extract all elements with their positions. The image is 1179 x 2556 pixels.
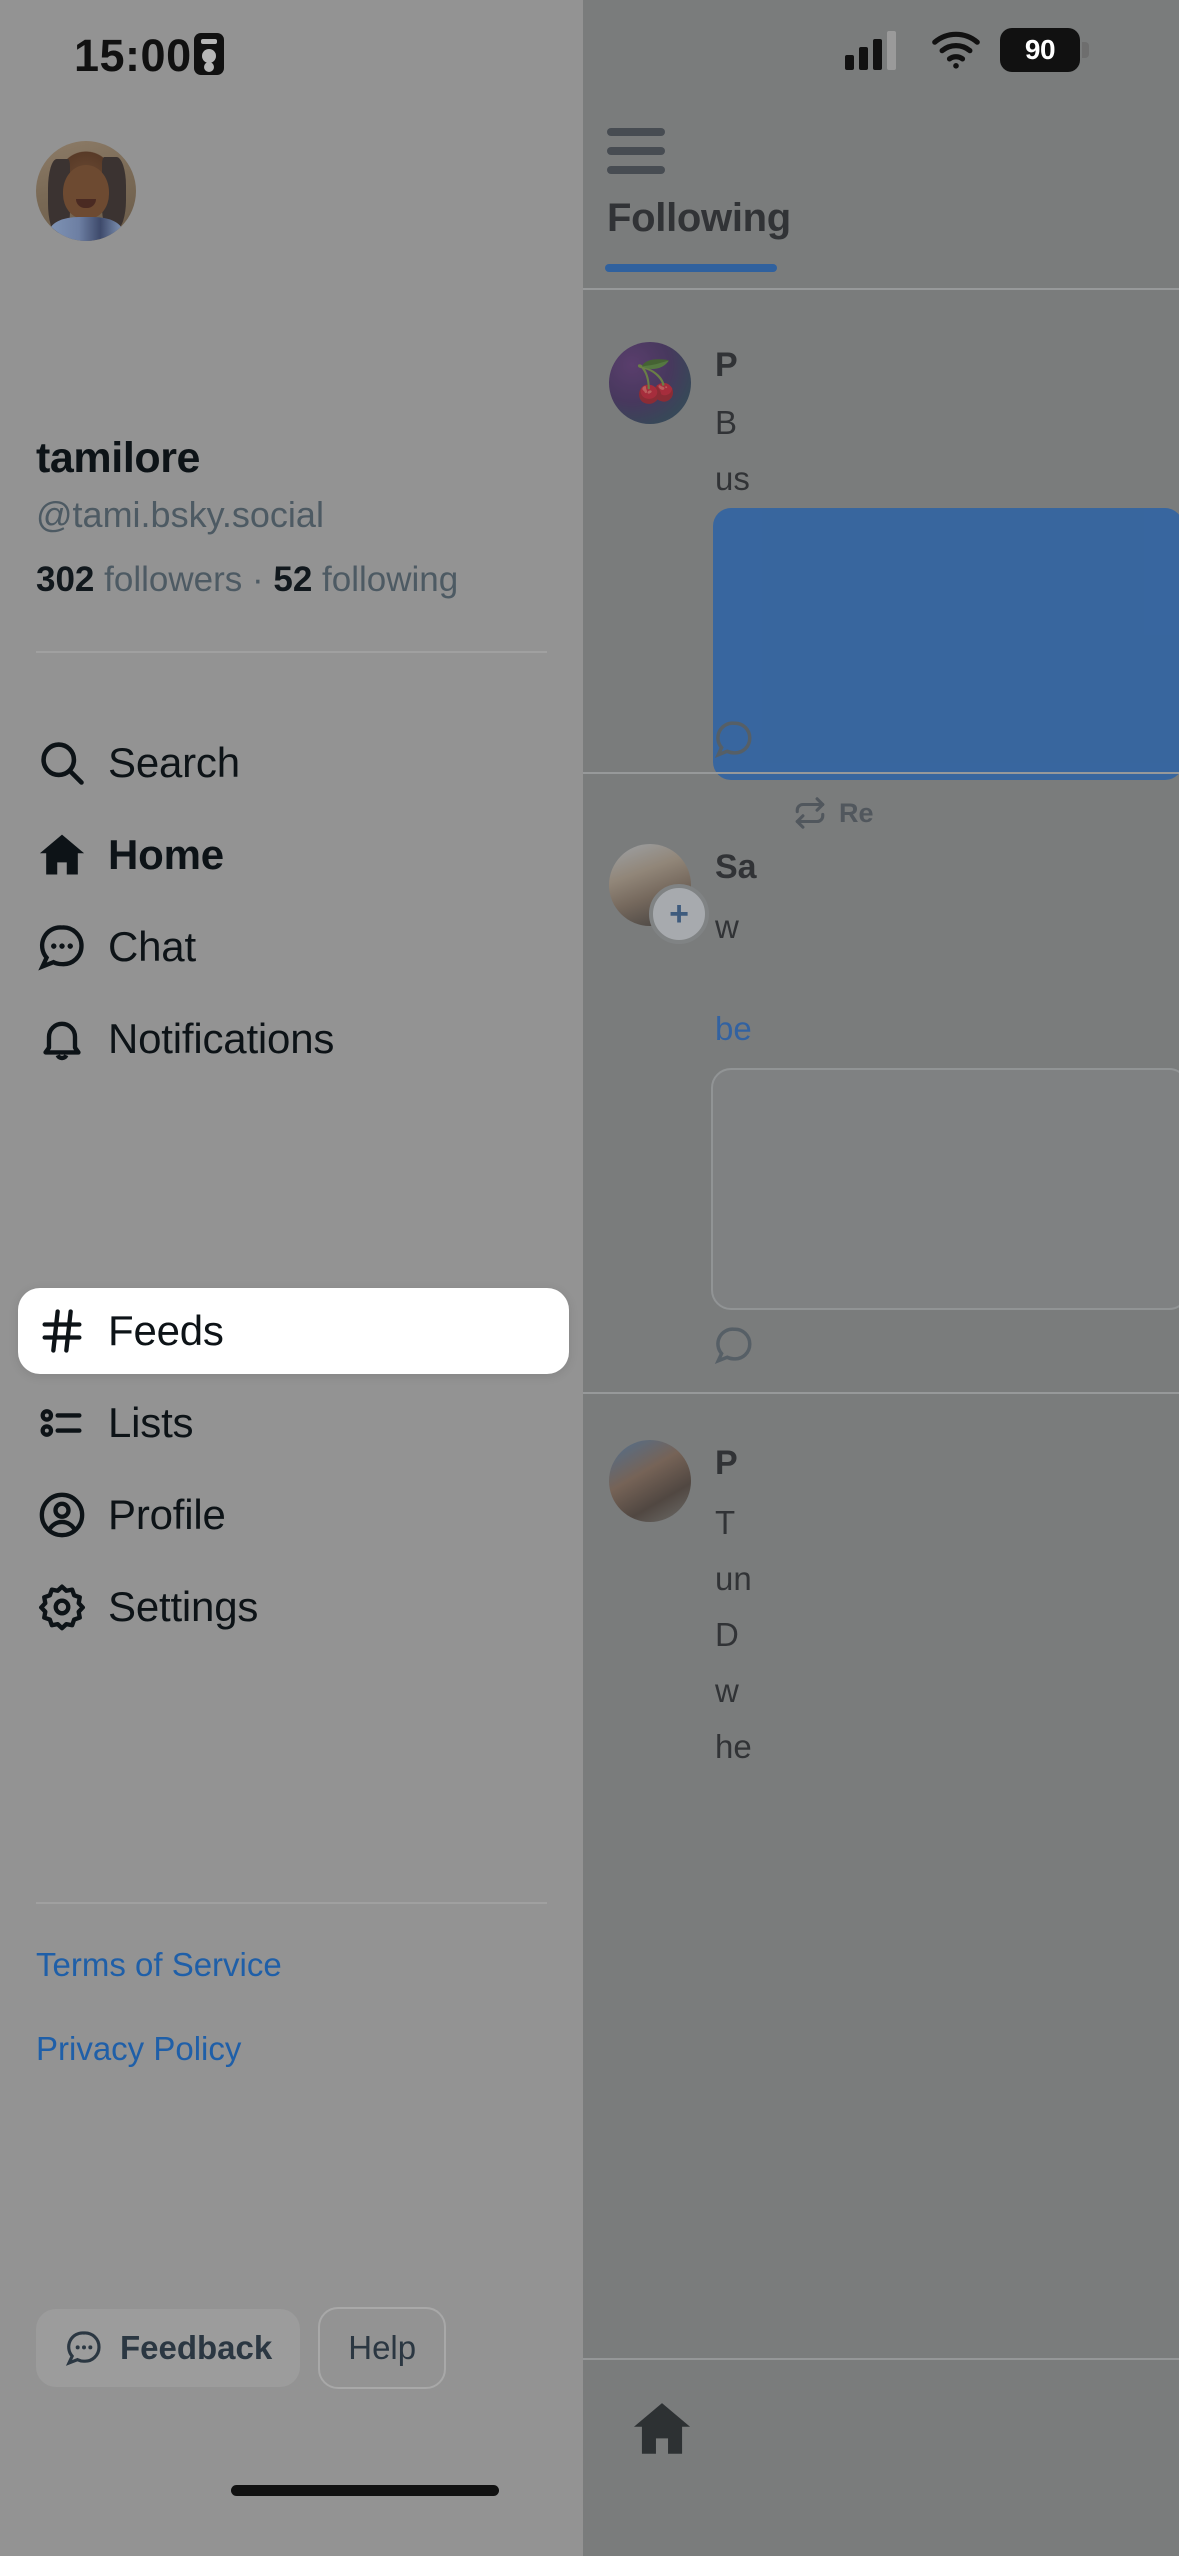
post-text-line: w — [715, 1672, 739, 1709]
sidebar-item-search[interactable]: Search — [0, 717, 583, 809]
help-button[interactable]: Help — [318, 2307, 447, 2389]
following-count: 52 — [273, 560, 313, 599]
status-bar: 15:00 90 — [0, 0, 1179, 112]
sidebar-item-label: Settings — [108, 1583, 259, 1630]
feed-tabs: Following — [583, 196, 1179, 288]
hashtag-icon — [36, 1305, 88, 1357]
profile-stats[interactable]: 302 followers · 52 following — [36, 560, 458, 600]
sidebar-item-lists[interactable]: Lists — [0, 1377, 583, 1469]
bell-icon — [36, 1013, 88, 1065]
sidebar-item-feeds[interactable]: Feeds — [0, 1285, 583, 1377]
post-text-line: he — [715, 1728, 752, 1765]
feedback-button[interactable]: Feedback — [36, 2309, 301, 2387]
sidebar-item-settings[interactable]: Settings — [0, 1561, 583, 1653]
divider — [583, 772, 1179, 774]
post-author-name[interactable]: P — [715, 346, 738, 385]
sidebar-item-label: Lists — [108, 1399, 194, 1446]
followers-count: 302 — [36, 560, 95, 599]
post-embed-card[interactable] — [713, 508, 1179, 780]
repost-label: Re — [839, 797, 874, 828]
divider — [583, 288, 1179, 290]
avatar[interactable] — [36, 141, 136, 241]
followers-label: followers — [104, 560, 243, 599]
navigation-drawer: tamilore @tami.bsky.social 302 followers… — [0, 0, 583, 2556]
sidebar-item-label: Feeds — [108, 1307, 224, 1354]
following-label: following — [322, 560, 459, 599]
divider-top — [36, 651, 547, 653]
hamburger-menu-icon[interactable] — [607, 123, 669, 179]
sidebar-item-label: Profile — [108, 1491, 226, 1538]
repost-icon — [793, 796, 827, 830]
cherry-avatar[interactable]: 🍒 — [609, 342, 691, 424]
profile-handle: @tami.bsky.social — [36, 494, 324, 535]
cherry-glyph: 🍒 — [631, 360, 681, 404]
background-feed-panel: Following 🍒 P B us Re + Sa w be P T un D… — [583, 0, 1179, 2556]
gear-icon — [36, 1581, 88, 1633]
drawer-footer-buttons: Feedback Help — [36, 2307, 447, 2389]
stats-separator: · — [251, 560, 264, 599]
post-link[interactable]: be — [715, 1006, 752, 1053]
profile-circle-icon — [36, 1489, 88, 1541]
feed-post-item[interactable]: 🍒 P B us — [583, 300, 1179, 780]
app-screen: Following 🍒 P B us Re + Sa w be P T un D… — [0, 0, 1179, 2556]
post-text-line: B — [715, 404, 738, 441]
home-icon — [36, 829, 88, 881]
battery-indicator: 90 — [1000, 28, 1089, 72]
post-text-line: D — [715, 1616, 739, 1653]
sidebar-item-notifications[interactable]: Notifications — [0, 993, 583, 1085]
post-embed-card[interactable] — [711, 1068, 1179, 1310]
battery-level-label: 90 — [1024, 34, 1056, 65]
cellular-signal-icon — [845, 30, 896, 70]
tab-active-underline — [605, 264, 777, 272]
feed-post-item[interactable]: P T un D w he — [583, 1404, 1179, 2354]
sidebar-item-chat[interactable]: Chat — [0, 901, 583, 993]
id-card-icon — [194, 33, 224, 75]
sidebar-item-profile[interactable]: Profile — [0, 1469, 583, 1561]
chat-icon — [36, 921, 88, 973]
avatar-shirt — [50, 217, 122, 241]
reply-icon[interactable] — [713, 718, 755, 760]
list-icon — [36, 1397, 88, 1449]
reply-icon[interactable] — [713, 1324, 755, 1366]
sidebar-item-label: Chat — [108, 923, 196, 970]
bottom-navigation-bar — [583, 2358, 1179, 2556]
divider-bottom — [36, 1902, 547, 1904]
follow-plus-badge[interactable]: + — [649, 884, 709, 944]
divider — [583, 1392, 1179, 1394]
home-indicator-bar — [231, 2485, 499, 2496]
sidebar-item-home[interactable]: Home — [0, 809, 583, 901]
tab-following[interactable]: Following — [607, 196, 791, 241]
feedback-button-label: Feedback — [120, 2329, 273, 2366]
speech-bubble-icon — [64, 2328, 104, 2368]
post-author-name[interactable]: P — [715, 1444, 738, 1483]
post-text-line: un — [715, 1560, 752, 1597]
sidebar-item-label: Home — [108, 831, 224, 878]
terms-of-service-link[interactable]: Terms of Service — [36, 1946, 282, 1984]
feed-post-item[interactable]: Re + Sa w be — [583, 784, 1179, 1364]
sidebar-item-label: Notifications — [108, 1015, 335, 1062]
status-clock: 15:00 — [74, 30, 192, 81]
post-text-line: us — [715, 460, 750, 497]
post-author-name[interactable]: Sa — [715, 848, 757, 887]
post-text-line: T — [715, 1504, 736, 1541]
profile-display-name: tamilore — [36, 434, 201, 482]
person-avatar-2[interactable] — [609, 1440, 691, 1522]
bottom-nav-home-icon[interactable] — [629, 2396, 695, 2462]
repost-label-row: Re — [793, 796, 874, 830]
avatar-face — [63, 165, 109, 219]
wifi-icon — [930, 30, 982, 70]
sidebar-item-label: Search — [108, 739, 240, 786]
post-text-line: w — [715, 908, 739, 945]
privacy-policy-link[interactable]: Privacy Policy — [36, 2030, 241, 2068]
help-button-label: Help — [348, 2329, 417, 2366]
search-icon — [36, 737, 88, 789]
